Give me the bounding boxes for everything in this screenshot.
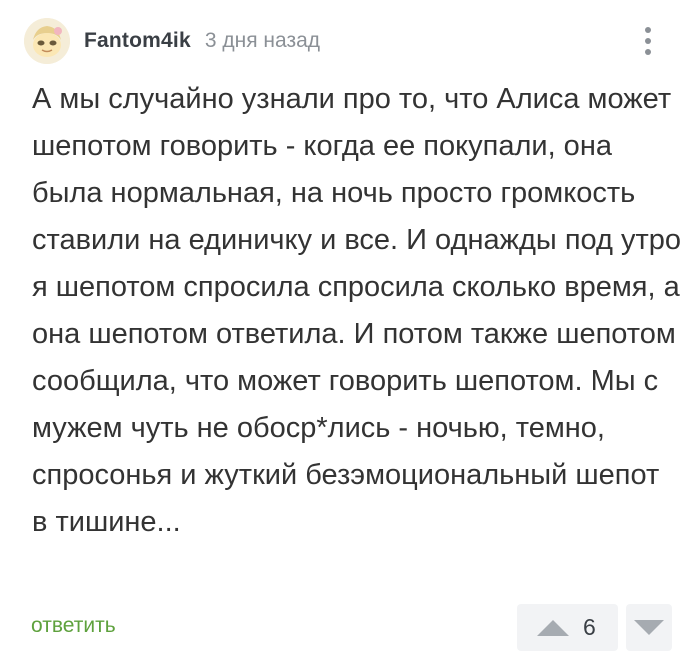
- vote-controls: 6: [517, 604, 672, 651]
- more-vertical-icon: [645, 49, 651, 55]
- reply-button[interactable]: ответить: [31, 614, 116, 638]
- upvote-button[interactable]: 6: [517, 604, 618, 651]
- author-name[interactable]: Fantom4ik: [84, 29, 191, 53]
- downvote-button[interactable]: [626, 604, 672, 651]
- rating-count: 6: [583, 614, 596, 640]
- triangle-down-icon: [634, 620, 664, 635]
- more-vertical-icon: [645, 27, 651, 33]
- comment-menu-button[interactable]: [630, 20, 666, 62]
- avatar-icon: [24, 18, 70, 64]
- triangle-up-icon: [537, 619, 569, 636]
- comment-time[interactable]: 3 дня назад: [205, 29, 320, 53]
- comment-text: А мы случайно узнали про то, что Алиса м…: [32, 83, 682, 538]
- more-vertical-icon: [645, 38, 651, 44]
- avatar[interactable]: [24, 18, 70, 64]
- comment-header: Fantom4ik 3 дня назад: [24, 18, 320, 64]
- comment: Fantom4ik 3 дня назад А мы случайно узна…: [0, 0, 700, 654]
